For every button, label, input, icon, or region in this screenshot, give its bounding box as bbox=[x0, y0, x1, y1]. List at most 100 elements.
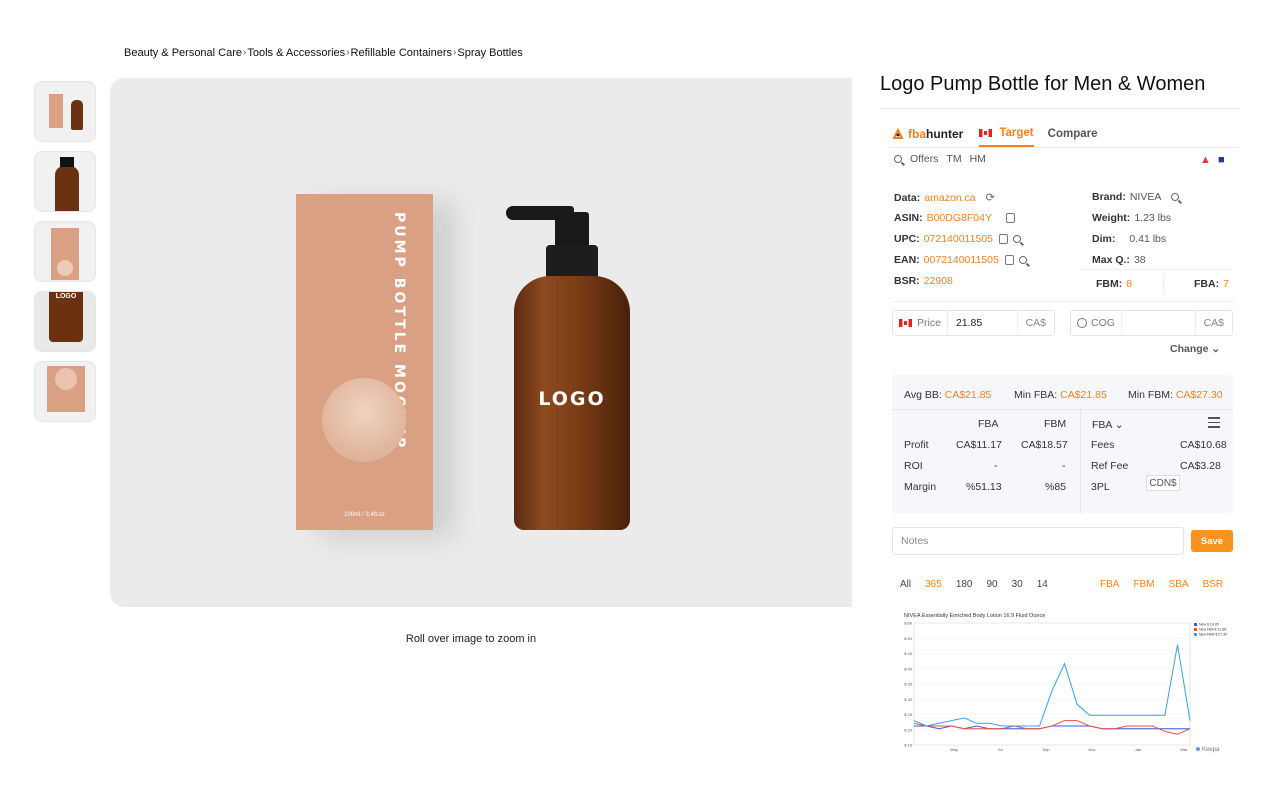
toggle-fbm[interactable]: FBM bbox=[1133, 579, 1154, 590]
tab-divider bbox=[890, 147, 1238, 148]
fbahunter-logo[interactable]: fba hunter bbox=[892, 127, 963, 141]
x-tick-label: May bbox=[950, 747, 958, 752]
x-tick-label: Jan bbox=[1135, 747, 1141, 752]
divider bbox=[1080, 269, 1232, 270]
dim-label: Dim: bbox=[1092, 233, 1116, 245]
breadcrumb-item-spray-bottles[interactable]: Spray Bottles bbox=[457, 47, 522, 59]
offers-link[interactable]: Offers bbox=[910, 153, 938, 165]
warning-icon[interactable]: ▲ bbox=[1200, 154, 1211, 166]
breadcrumb-item-beauty[interactable]: Beauty & Personal Care bbox=[124, 47, 242, 59]
tab-compare-label: Compare bbox=[1047, 128, 1098, 140]
tab-compare[interactable]: Compare bbox=[1048, 121, 1098, 147]
canada-flag-icon bbox=[979, 129, 993, 137]
bsr-row: BSR: 22908 bbox=[894, 275, 953, 287]
thumbnail-4[interactable]: LOGO bbox=[34, 291, 96, 352]
fees-value: CA$10.68 bbox=[1180, 439, 1227, 451]
zoom-hint: Roll over image to zoom in bbox=[405, 633, 537, 645]
avg-bb-value: CA$21.85 bbox=[944, 389, 992, 401]
breadcrumb-item-tools[interactable]: Tools & Accessories bbox=[247, 47, 345, 59]
asin-value[interactable]: B00DG8F04Y bbox=[927, 212, 992, 224]
refresh-icon[interactable]: ⟳ bbox=[986, 191, 995, 204]
product-box: PUMP BOTTLE MOCKUP 100ml / 3.4fl.oz bbox=[296, 194, 433, 530]
range-90[interactable]: 90 bbox=[987, 579, 998, 590]
x-tick-label: Nov bbox=[1088, 747, 1095, 752]
min-fbm-label: Min FBM: bbox=[1128, 389, 1173, 401]
brand-row: Brand: NIVEA bbox=[1092, 191, 1180, 203]
amber-bottle: LOGO bbox=[514, 276, 630, 530]
fee-mode-select[interactable]: FBA ⌄ bbox=[1092, 419, 1124, 431]
range-all[interactable]: All bbox=[900, 579, 911, 590]
copy-icon[interactable] bbox=[998, 234, 1008, 244]
ean-row: EAN: 0072140011505 bbox=[894, 254, 1027, 266]
legend-label: New FBM $ 27.30 bbox=[1199, 633, 1227, 637]
fba-count-value[interactable]: 7 bbox=[1223, 278, 1229, 290]
profit-calculator: Avg BB: CA$21.85 Min FBA: CA$21.85 Min F… bbox=[892, 375, 1233, 513]
legend-label: New FBA $ 21.85 bbox=[1199, 628, 1226, 632]
asin-row: ASIN: B00DG8F04Y bbox=[894, 212, 1015, 224]
divider bbox=[892, 409, 1233, 410]
x-tick-label: Jul bbox=[997, 747, 1002, 752]
price-input[interactable]: 21.85 bbox=[948, 311, 1017, 335]
toggle-fba[interactable]: FBA bbox=[1100, 579, 1119, 590]
copy-icon[interactable] bbox=[1005, 213, 1015, 223]
range-30[interactable]: 30 bbox=[1012, 579, 1023, 590]
legend-swatch bbox=[1194, 628, 1197, 631]
search-icon[interactable] bbox=[894, 155, 902, 163]
search-icon[interactable] bbox=[1012, 235, 1021, 243]
y-tick-label: $ 30 bbox=[904, 697, 913, 702]
cog-label: COG bbox=[1091, 317, 1115, 329]
bookmark-icon[interactable]: ■ bbox=[1218, 154, 1225, 166]
panel-tabs: fba hunter Target Compare bbox=[892, 121, 1112, 147]
thumbnail-2[interactable] bbox=[34, 151, 96, 212]
price-currency: CA$ bbox=[1016, 311, 1054, 335]
hm-link[interactable]: HM bbox=[970, 153, 986, 165]
upc-row: UPC: 072140011505 bbox=[894, 233, 1021, 245]
range-selector: All 365 180 90 30 14 bbox=[900, 579, 1062, 590]
tpl-input[interactable]: CDN$ bbox=[1146, 475, 1180, 491]
margin-fba: %51.13 bbox=[966, 481, 1002, 493]
tm-link[interactable]: TM bbox=[946, 153, 961, 165]
toggle-sba[interactable]: SBA bbox=[1169, 579, 1189, 590]
data-row: Data: amazon.ca ⟳ bbox=[894, 191, 995, 205]
copy-icon[interactable] bbox=[1004, 255, 1014, 265]
breadcrumb-item-containers[interactable]: Refillable Containers bbox=[351, 47, 453, 59]
min-fba-value: CA$21.85 bbox=[1060, 389, 1107, 401]
tpl-label: 3PL bbox=[1091, 481, 1110, 493]
change-dropdown[interactable]: Change ⌄ bbox=[1170, 343, 1220, 355]
range-14[interactable]: 14 bbox=[1037, 579, 1048, 590]
product-title: Logo Pump Bottle for Men & Women bbox=[880, 73, 1206, 95]
search-icon[interactable] bbox=[1171, 193, 1180, 201]
thumbnail-3[interactable] bbox=[34, 221, 96, 282]
min-fbm: Min FBM: CA$27.30 bbox=[1128, 389, 1223, 401]
keepa-price-chart[interactable]: NIVEA Essentially Enriched Body Lotion 1… bbox=[894, 609, 1234, 757]
notes-input[interactable]: Notes bbox=[892, 527, 1184, 555]
upc-value[interactable]: 072140011505 bbox=[924, 233, 993, 245]
cog-input[interactable] bbox=[1122, 311, 1195, 335]
maxq-value: 38 bbox=[1133, 254, 1146, 266]
ean-value[interactable]: 0072140011505 bbox=[924, 254, 999, 266]
legend-swatch bbox=[1194, 633, 1197, 636]
toggle-bsr[interactable]: BSR bbox=[1203, 579, 1224, 590]
settings-sliders-icon[interactable] bbox=[1208, 417, 1220, 428]
cog-field[interactable]: COG CA$ bbox=[1070, 310, 1233, 336]
thumbnail-5[interactable] bbox=[34, 361, 96, 422]
y-tick-label: $ 25 bbox=[904, 712, 913, 717]
range-365[interactable]: 365 bbox=[925, 579, 942, 590]
thumbnail-strip: LOGO bbox=[34, 81, 96, 431]
asin-label: ASIN: bbox=[894, 212, 923, 224]
thumbnail-1[interactable] bbox=[34, 81, 96, 142]
dim-value: 0.41 lbs bbox=[1129, 233, 1167, 245]
price-field[interactable]: Price 21.85 CA$ bbox=[892, 310, 1055, 336]
search-icon[interactable] bbox=[1018, 256, 1027, 264]
tab-target[interactable]: Target bbox=[979, 121, 1034, 147]
profit-fba: CA$11.17 bbox=[956, 439, 1002, 451]
roi-fbm: - bbox=[1062, 460, 1066, 472]
min-fbm-value: CA$27.30 bbox=[1175, 389, 1223, 401]
fees-label: Fees bbox=[1091, 439, 1115, 451]
fbm-count-value[interactable]: 8 bbox=[1126, 278, 1132, 290]
save-button[interactable]: Save bbox=[1191, 530, 1233, 552]
tab-target-label: Target bbox=[999, 127, 1034, 139]
data-value[interactable]: amazon.ca bbox=[924, 192, 975, 204]
range-180[interactable]: 180 bbox=[956, 579, 973, 590]
main-product-image[interactable]: PUMP BOTTLE MOCKUP 100ml / 3.4fl.oz LOGO bbox=[110, 78, 852, 607]
